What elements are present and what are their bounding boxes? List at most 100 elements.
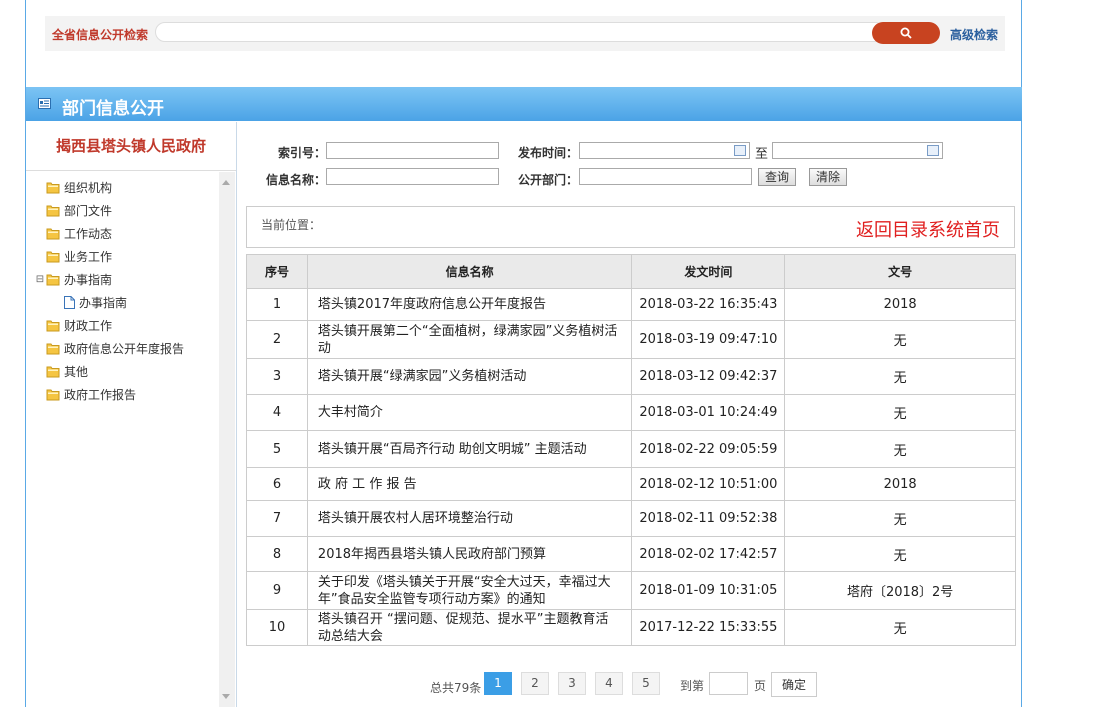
folder-icon [46,320,60,332]
table-row: 4 大丰村简介 2018-03-01 10:24:49 无 [246,394,1016,431]
column-header: 发文时间 [631,254,786,289]
dept-label: 公开部门： [518,173,579,187]
page-button[interactable]: 3 [558,672,586,695]
goto-confirm-button[interactable]: 确定 [771,672,817,697]
back-to-home-link[interactable]: 返回目录系统首页 [856,216,1000,242]
doc-number: 塔府〔2018〕2号 [784,571,1016,610]
doc-number: 无 [784,609,1016,646]
info-title-link[interactable]: 塔头镇2017年度政府信息公开年度报告 [306,288,633,321]
province-search-bar: 全省信息公开检索 高级检索 [45,16,1005,51]
page-button[interactable]: 4 [595,672,623,695]
date-start-input[interactable] [579,142,750,159]
folder-icon [46,251,60,263]
dept-input[interactable] [579,168,752,185]
doc-number: 无 [784,320,1016,359]
sidebar-item-label: 财政工作 [64,319,113,333]
clear-button[interactable]: 清除 [809,168,848,186]
doc-number: 2018 [784,467,1016,501]
org-name: 揭西县塔头镇人民政府 [26,122,236,171]
table-row: 9 关于印发《塔头镇关于开展“安全大过天，幸福过大年”食品安全监管专项行动方案》的… [246,571,1016,610]
row-index: 9 [246,571,308,610]
collapse-icon[interactable]: ⊟ [34,274,46,286]
info-card-icon [38,98,51,109]
info-title-link[interactable]: 2018年揭西县塔头镇人民政府部门预算 [306,536,633,572]
info-title-link[interactable]: 政 府 工 作 报 告 [306,467,633,501]
page-button[interactable]: 2 [521,672,549,695]
table-row: 5 塔头镇开展“百局齐行动 助创文明城” 主题活动 2018-02-22 09:05… [246,430,1016,468]
page-unit-label: 页 [754,679,767,693]
column-header: 文号 [784,254,1016,289]
folder-icon [46,343,60,355]
folder-icon [46,182,60,194]
info-title-link[interactable]: 塔头镇开展“绿满家园”义务植树活动 [306,358,633,395]
scroll-up-arrow-icon[interactable] [222,180,230,185]
category-tree: 组织机构 部门文件工作动态业务工作 ⊟ 办事指南办事指南财政工作政府信息公开年度报告其… [34,176,219,406]
row-index: 7 [246,500,308,537]
sidebar-item[interactable]: 工作动态 [34,222,219,245]
row-index: 2 [246,320,308,359]
publish-time: 2018-02-11 09:52:38 [631,500,786,537]
column-header: 序号 [246,254,308,289]
folder-icon [46,366,60,378]
doc-number: 无 [784,430,1016,468]
sidebar-item[interactable]: 组织机构 [34,176,219,199]
document-icon [64,296,75,309]
info-title-link[interactable]: 塔头镇开展农村人居环境整治行动 [306,500,633,537]
sidebar-item[interactable]: 政府工作报告 [34,383,219,406]
sidebar-item[interactable]: 其他 [34,360,219,383]
sidebar: 揭西县塔头镇人民政府 组织机构 部门文件工作动态业务工作 ⊟ 办事指南办事指南财政工作… [26,122,237,707]
current-position-label: 当前位置： [261,218,322,232]
folder-icon [46,389,60,401]
sidebar-scrollbar[interactable] [219,172,235,707]
calendar-icon[interactable] [927,145,939,156]
doc-number: 无 [784,536,1016,572]
info-name-label: 信息名称： [266,173,327,187]
sidebar-item[interactable]: 业务工作 [34,245,219,268]
sidebar-item-label: 政府信息公开年度报告 [64,342,185,356]
advanced-search-link[interactable]: 高级检索 [950,26,998,43]
date-end-input[interactable] [772,142,943,159]
publish-time: 2018-03-01 10:24:49 [631,394,786,431]
publish-time: 2018-03-12 09:42:37 [631,358,786,395]
sidebar-item-label: 工作动态 [64,227,113,241]
info-title-link[interactable]: 大丰村简介 [306,394,633,431]
sidebar-item[interactable]: 部门文件 [34,199,219,222]
sidebar-item-label: 办事指南 [79,296,128,310]
table-row: 1 塔头镇2017年度政府信息公开年度报告 2018-03-22 16:35:43 2… [246,288,1016,321]
page-button[interactable]: 1 [484,672,512,695]
doc-number: 无 [784,394,1016,431]
page-button[interactable]: 5 [632,672,660,695]
doc-number: 2018 [784,288,1016,321]
table-row: 8 2018年揭西县塔头镇人民政府部门预算 2018-02-02 17:42:57 无 [246,536,1016,572]
publish-time: 2018-02-02 17:42:57 [631,536,786,572]
folder-icon [46,205,60,217]
info-title-link[interactable]: 关于印发《塔头镇关于开展“安全大过天，幸福过大年”食品安全监管专项行动方案》的通… [306,571,633,610]
row-index: 8 [246,536,308,572]
table-row: 2 塔头镇开展第二个“全面植树，绿满家园”义务植树活动 2018-03-19 09:… [246,320,1016,359]
sidebar-item[interactable]: 财政工作 [34,314,219,337]
sidebar-item-label: 政府工作报告 [64,388,137,402]
info-name-input[interactable] [326,168,499,185]
goto-label: 到第 [680,679,705,693]
sidebar-item[interactable]: ⊟ 办事指南 [34,268,219,291]
table-header-row: 序号 信息名称 发文时间 文号 [246,254,1016,289]
search-button[interactable] [872,22,940,44]
info-list-table: 序号 信息名称 发文时间 文号 1 塔头镇2017年度政府信息公开年度报告 2018… [246,254,1016,646]
date-to-label: 至 [755,147,769,162]
folder-icon [46,274,60,286]
sidebar-item[interactable]: 办事指南 [34,291,219,314]
sidebar-item-label: 业务工作 [64,250,113,264]
column-header: 信息名称 [306,254,633,289]
page-title: 部门信息公开 [62,99,164,119]
info-title-link[interactable]: 塔头镇开展“百局齐行动 助创文明城” 主题活动 [306,430,633,468]
goto-page-input[interactable] [709,672,748,695]
sidebar-item[interactable]: 政府信息公开年度报告 [34,337,219,360]
index-input[interactable] [326,142,499,159]
info-title-link[interactable]: 塔头镇开展第二个“全面植树，绿满家园”义务植树活动 [306,320,633,359]
search-input[interactable] [155,22,885,42]
info-title-link[interactable]: 塔头镇召开 “摆问题、促规范、提水平”主题教育活动总结大会 [306,609,633,646]
table-row: 7 塔头镇开展农村人居环境整治行动 2018-02-11 09:52:38 无 [246,500,1016,537]
query-button[interactable]: 查询 [758,168,797,186]
calendar-icon[interactable] [734,145,746,156]
row-index: 1 [246,288,308,321]
